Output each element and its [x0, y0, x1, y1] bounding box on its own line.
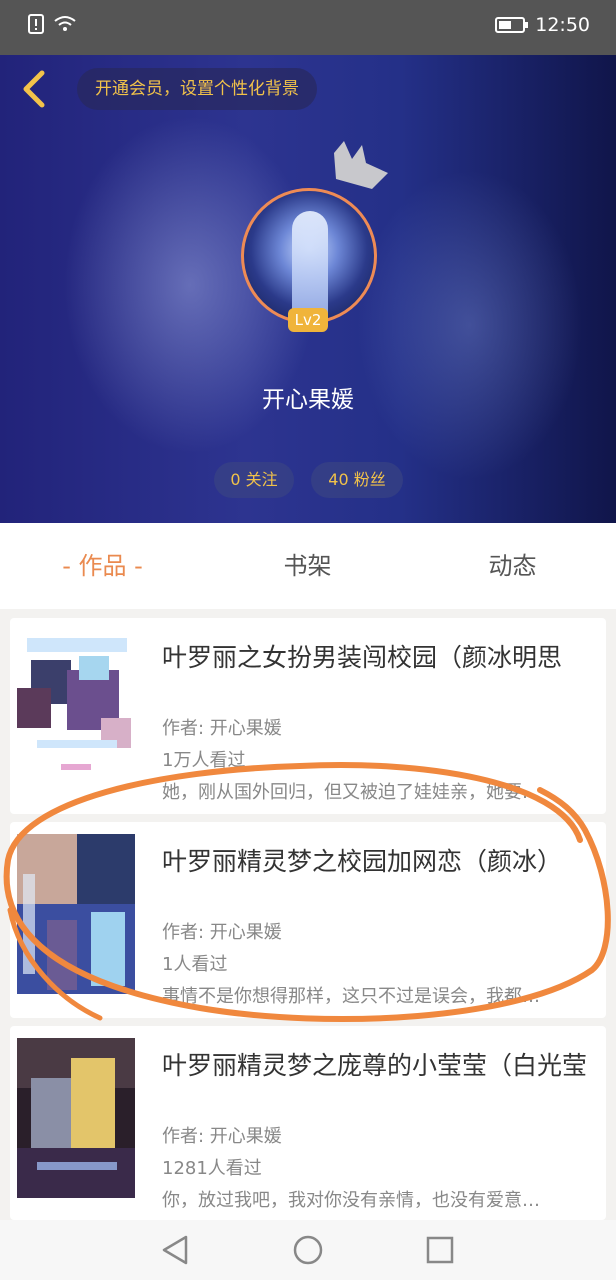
work-author: 作者: 开心果媛 — [162, 718, 282, 739]
profile-tabs: - 作品 - 书架 动态 — [0, 523, 616, 609]
work-description: 事情不是你想得那样，这只不过是误会，我都… — [162, 986, 540, 1007]
work-title: 叶罗丽精灵梦之校园加网恋（颜冰） — [162, 847, 563, 876]
vip-banner-button[interactable]: 开通会员，设置个性化背景 — [77, 68, 317, 110]
book-cover-image — [17, 630, 135, 790]
work-card[interactable]: 叶罗丽精灵梦之庞尊的小莹莹（白光莹 作者: 开心果媛 1281人看过 你，放过我… — [10, 1026, 606, 1220]
status-time: 12:50 — [535, 14, 590, 36]
tab-works[interactable]: - 作品 - — [0, 523, 205, 609]
book-cover-image — [17, 834, 135, 994]
battery-icon — [495, 17, 529, 33]
back-button[interactable] — [14, 67, 58, 111]
followers-count[interactable]: 40 粉丝 — [311, 462, 403, 498]
work-views: 1万人看过 — [162, 750, 246, 771]
tab-bookshelf[interactable]: 书架 — [205, 523, 410, 609]
work-views: 1人看过 — [162, 954, 228, 975]
crown-icon — [334, 141, 388, 189]
status-bar: 12:50 — [0, 0, 616, 55]
work-author: 作者: 开心果媛 — [162, 1126, 282, 1147]
work-description: 她，刚从国外回归，但又被迫了娃娃亲，她要… — [162, 782, 540, 803]
username: 开心果媛 — [262, 387, 354, 413]
work-title: 叶罗丽精灵梦之庞尊的小莹莹（白光莹 — [162, 1051, 588, 1080]
work-description: 你，放过我吧，我对你没有亲情，也没有爱意… — [162, 1190, 540, 1211]
avatar[interactable] — [241, 188, 377, 324]
alert-icon — [28, 14, 44, 34]
profile-header: 开通会员，设置个性化背景 Lv2 开心果媛 0 关注 40 粉丝 — [0, 55, 616, 523]
book-cover-image — [17, 1038, 135, 1198]
work-title: 叶罗丽之女扮男装闯校园（颜冰明思 — [162, 643, 563, 672]
work-views: 1281人看过 — [162, 1158, 262, 1179]
work-author: 作者: 开心果媛 — [162, 922, 282, 943]
level-badge: Lv2 — [288, 308, 328, 332]
recents-square-icon[interactable] — [424, 1234, 456, 1266]
tab-activity[interactable]: 动态 — [410, 523, 615, 609]
chevron-left-icon — [23, 70, 45, 108]
work-card[interactable]: 叶罗丽精灵梦之校园加网恋（颜冰） 作者: 开心果媛 1人看过 事情不是你想得那样… — [10, 822, 606, 1018]
following-count[interactable]: 0 关注 — [214, 462, 294, 498]
work-card[interactable]: 叶罗丽之女扮男装闯校园（颜冰明思 作者: 开心果媛 1万人看过 她，刚从国外回归… — [10, 618, 606, 814]
system-nav-bar — [0, 1220, 616, 1280]
wifi-icon — [54, 16, 76, 31]
back-triangle-icon[interactable] — [160, 1234, 192, 1266]
home-circle-icon[interactable] — [292, 1234, 324, 1266]
